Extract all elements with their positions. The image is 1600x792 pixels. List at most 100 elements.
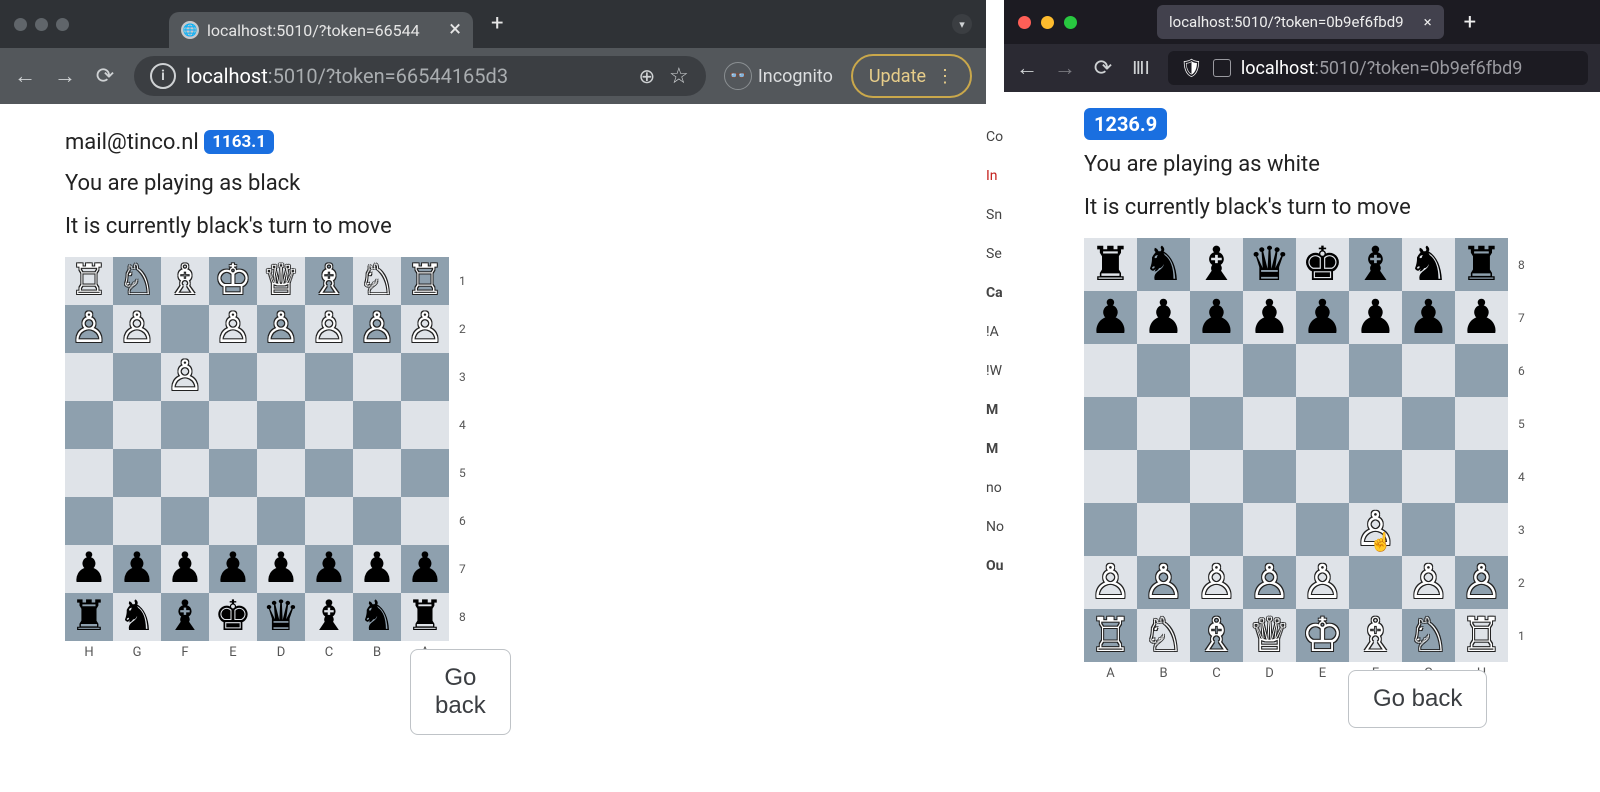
bookmark-icon[interactable]: ☆	[668, 64, 690, 89]
chess-square[interactable]	[65, 449, 113, 497]
chess-square[interactable]: ♙	[1137, 556, 1190, 609]
chess-square[interactable]: ♙	[1455, 556, 1508, 609]
shield-icon[interactable]: 🛡	[1180, 58, 1203, 79]
chess-square[interactable]	[161, 305, 209, 353]
chess-square[interactable]: ♙	[65, 305, 113, 353]
chess-square[interactable]: ♗	[161, 257, 209, 305]
chess-square[interactable]	[1243, 450, 1296, 503]
chess-square[interactable]	[353, 449, 401, 497]
chess-square[interactable]: ♙	[113, 305, 161, 353]
chess-square[interactable]	[401, 449, 449, 497]
chess-square[interactable]	[1190, 344, 1243, 397]
chess-square[interactable]	[257, 401, 305, 449]
chess-square[interactable]: ♖	[1455, 609, 1508, 662]
chess-square[interactable]	[209, 497, 257, 545]
browser-tab[interactable]: localhost:5010/?token=0b9ef6fbd9 ×	[1157, 5, 1444, 39]
chess-square[interactable]	[1455, 450, 1508, 503]
chess-square[interactable]: ♔	[1296, 609, 1349, 662]
chess-square[interactable]: ♙	[353, 305, 401, 353]
chess-square[interactable]	[1455, 397, 1508, 450]
chess-square[interactable]: ♝	[1349, 238, 1402, 291]
chess-square[interactable]: ♜	[1455, 238, 1508, 291]
chess-square[interactable]: ♞	[1137, 238, 1190, 291]
mac-close-dot[interactable]	[1018, 16, 1031, 29]
chess-square[interactable]: ♟	[113, 545, 161, 593]
tabs-dropdown-icon[interactable]: ▾	[952, 14, 972, 34]
chess-square[interactable]	[1084, 397, 1137, 450]
chess-square[interactable]	[1349, 556, 1402, 609]
chess-square[interactable]	[401, 401, 449, 449]
chess-square[interactable]	[1084, 503, 1137, 556]
chess-square[interactable]	[161, 449, 209, 497]
chess-square[interactable]	[1243, 503, 1296, 556]
chess-square[interactable]: ♟	[257, 545, 305, 593]
chess-square[interactable]	[161, 401, 209, 449]
chess-square[interactable]	[1349, 344, 1402, 397]
chess-square[interactable]	[1296, 450, 1349, 503]
mac-min-dot[interactable]	[35, 18, 48, 31]
chess-square[interactable]	[161, 497, 209, 545]
chess-square[interactable]: ♜	[1084, 238, 1137, 291]
chess-square[interactable]: ♘	[1402, 609, 1455, 662]
chess-square[interactable]	[1084, 450, 1137, 503]
zoom-icon[interactable]: ⊕	[636, 64, 658, 88]
chessboard-right[interactable]: ♜♞♝♛♚♝♞♜♟♟♟♟♟♟♟♟♙☝♙♙♙♙♙♙♙♖♘♗♕♔♗♘♖	[1084, 238, 1532, 662]
chess-square[interactable]: ♟	[1137, 291, 1190, 344]
chess-square[interactable]	[1296, 344, 1349, 397]
chess-square[interactable]: ♟	[1402, 291, 1455, 344]
chess-square[interactable]: ♘	[1137, 609, 1190, 662]
chess-square[interactable]: ♙	[1243, 556, 1296, 609]
chess-square[interactable]: ♖	[401, 257, 449, 305]
chess-square[interactable]: ♝	[305, 593, 353, 641]
chess-square[interactable]: ♔	[209, 257, 257, 305]
chess-square[interactable]	[401, 353, 449, 401]
chess-square[interactable]	[1190, 503, 1243, 556]
chess-square[interactable]: ♜	[401, 593, 449, 641]
chess-square[interactable]	[1084, 344, 1137, 397]
close-tab-icon[interactable]: ×	[449, 19, 461, 41]
close-tab-icon[interactable]: ×	[1424, 13, 1432, 31]
back-button[interactable]: ←	[1016, 55, 1038, 81]
chess-square[interactable]	[209, 449, 257, 497]
chess-square[interactable]: ♖	[1084, 609, 1137, 662]
chess-square[interactable]: ♟	[161, 545, 209, 593]
chess-square[interactable]: ♟	[1296, 291, 1349, 344]
chess-square[interactable]: ♟	[1455, 291, 1508, 344]
chess-square[interactable]: ♙	[1402, 556, 1455, 609]
chess-square[interactable]: ♚	[209, 593, 257, 641]
chess-square[interactable]: ♖	[65, 257, 113, 305]
chess-square[interactable]: ♙	[305, 305, 353, 353]
chess-square[interactable]: ♛	[257, 593, 305, 641]
chess-square[interactable]	[209, 353, 257, 401]
chess-square[interactable]: ♙	[209, 305, 257, 353]
mac-max-dot[interactable]	[1064, 16, 1077, 29]
chess-square[interactable]	[1137, 450, 1190, 503]
chess-square[interactable]	[401, 497, 449, 545]
chessboard-left[interactable]: ♖♘♗♔♕♗♘♖♙♙♙♙♙♙♙♙♟♟♟♟♟♟♟♟♜♞♝♚♛♝♞♜	[65, 257, 485, 641]
chess-square[interactable]: ♘	[113, 257, 161, 305]
chess-square[interactable]: ♝	[1190, 238, 1243, 291]
chess-square[interactable]	[257, 353, 305, 401]
chess-square[interactable]	[1402, 397, 1455, 450]
chess-square[interactable]	[1455, 503, 1508, 556]
chess-square[interactable]	[113, 449, 161, 497]
chess-square[interactable]	[209, 401, 257, 449]
chess-square[interactable]: ♟	[1243, 291, 1296, 344]
chess-square[interactable]	[65, 401, 113, 449]
new-tab-button[interactable]: +	[491, 13, 503, 35]
chess-square[interactable]	[257, 497, 305, 545]
chess-square[interactable]: ♚	[1296, 238, 1349, 291]
chess-square[interactable]: ♞	[1402, 238, 1455, 291]
chess-square[interactable]	[113, 353, 161, 401]
chess-square[interactable]	[113, 401, 161, 449]
chess-square[interactable]	[305, 449, 353, 497]
chess-square[interactable]: ♙	[161, 353, 209, 401]
chess-square[interactable]: ♕	[257, 257, 305, 305]
chess-square[interactable]	[1243, 344, 1296, 397]
reload-button[interactable]: ⟳	[94, 64, 116, 89]
chess-square[interactable]	[305, 401, 353, 449]
chess-square[interactable]: ♙	[401, 305, 449, 353]
library-icon[interactable]: ⅢⅠ	[1130, 58, 1152, 79]
chess-square[interactable]: ♘	[353, 257, 401, 305]
update-button[interactable]: Update ⋮	[851, 54, 972, 98]
